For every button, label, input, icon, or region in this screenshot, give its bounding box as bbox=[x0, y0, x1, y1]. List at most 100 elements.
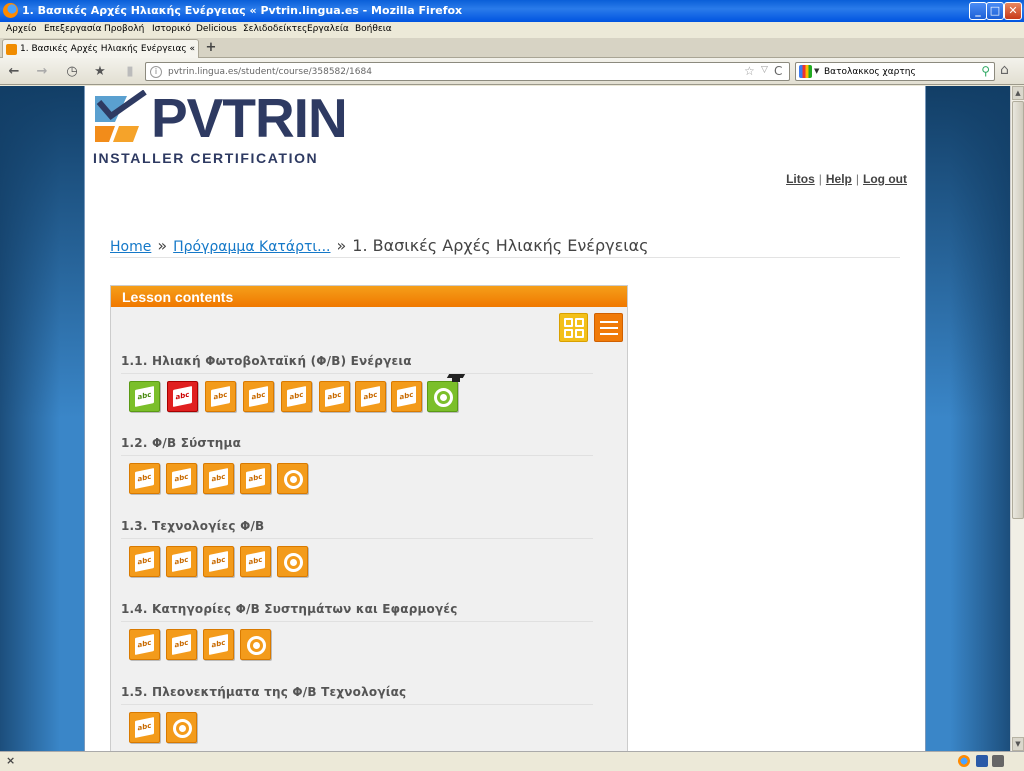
google-icon[interactable] bbox=[799, 65, 812, 78]
new-tab-button[interactable]: + bbox=[201, 40, 221, 57]
lesson-section: 1.3. Τεχνολογίες Φ/Β abc abc abc abc bbox=[121, 519, 593, 577]
book-icon: abc bbox=[325, 385, 344, 408]
lesson-item[interactable]: abc bbox=[205, 381, 236, 412]
search-engine-dropdown-icon[interactable]: ▼ bbox=[814, 67, 819, 75]
section-title: 1.4. Κατηγορίες Φ/Β Συστημάτων και Εφαρμ… bbox=[121, 602, 593, 622]
lesson-item[interactable]: abc bbox=[243, 381, 274, 412]
vertical-scrollbar[interactable]: ▲ ▼ bbox=[1010, 86, 1024, 751]
url-text[interactable]: pvtrin.lingua.es/student/course/358582/1… bbox=[168, 67, 372, 77]
addon-status-icon[interactable] bbox=[976, 755, 988, 767]
firefox-icon bbox=[3, 3, 18, 18]
menu-bookmarks[interactable]: Σελιδοδείκτες bbox=[243, 24, 307, 34]
menu-bar: Αρχείο Επεξεργασία Προβολή Ιστορικό Deli… bbox=[0, 22, 1024, 38]
site-logo[interactable]: PVTRIN INSTALLER CERTIFICATION bbox=[93, 88, 348, 166]
page-viewport: PVTRIN INSTALLER CERTIFICATION Litos | Hel… bbox=[0, 86, 1010, 751]
lesson-contents-panel: Lesson contents 1.1. Ηλιακή Φωτοβολταϊκή… bbox=[110, 285, 628, 751]
breadcrumb-program[interactable]: Πρόγραμμα Κατάρτι... bbox=[173, 239, 330, 255]
close-status-icon[interactable]: × bbox=[6, 754, 15, 767]
tab-current[interactable]: 1. Βασικές Αρχές Ηλιακής Ενέργειας « Pvt… bbox=[2, 39, 199, 58]
menu-view[interactable]: Προβολή bbox=[104, 24, 144, 34]
completed-lesson-item[interactable]: abc bbox=[129, 381, 160, 412]
lesson-item[interactable]: abc bbox=[166, 546, 197, 577]
menu-file[interactable]: Αρχείο bbox=[6, 24, 37, 34]
scroll-up-button[interactable]: ▲ bbox=[1012, 86, 1024, 100]
grid-view-icon[interactable] bbox=[559, 313, 588, 342]
passed-test-item[interactable] bbox=[427, 377, 460, 412]
target-icon bbox=[247, 636, 266, 655]
reload-icon[interactable]: C bbox=[774, 64, 782, 78]
user-link[interactable]: Litos bbox=[786, 172, 815, 186]
test-item[interactable] bbox=[277, 546, 308, 577]
breadcrumb-home[interactable]: Home bbox=[110, 239, 151, 255]
forward-arrow-icon[interactable]: → bbox=[32, 62, 52, 82]
lesson-item[interactable]: abc bbox=[203, 629, 234, 660]
book-icon: abc bbox=[173, 385, 192, 408]
book-icon: abc bbox=[135, 633, 154, 656]
book-icon: abc bbox=[397, 385, 416, 408]
book-icon: abc bbox=[135, 716, 154, 739]
book-icon: abc bbox=[361, 385, 380, 408]
menu-edit[interactable]: Επεξεργασία bbox=[44, 24, 102, 34]
help-link[interactable]: Help bbox=[826, 172, 852, 186]
back-arrow-icon[interactable]: ← bbox=[4, 62, 24, 82]
lesson-item[interactable]: abc bbox=[240, 463, 271, 494]
scroll-thumb[interactable] bbox=[1012, 101, 1024, 519]
menu-help[interactable]: Βοήθεια bbox=[355, 24, 392, 34]
lesson-item[interactable]: abc bbox=[203, 463, 234, 494]
window-title: 1. Βασικές Αρχές Ηλιακής Ενέργειας « Pvt… bbox=[22, 4, 463, 17]
lesson-item[interactable]: abc bbox=[355, 381, 386, 412]
scroll-down-button[interactable]: ▼ bbox=[1012, 737, 1024, 751]
resize-grip-icon bbox=[992, 755, 1004, 767]
lesson-item[interactable]: abc bbox=[391, 381, 422, 412]
lesson-item[interactable]: abc bbox=[319, 381, 350, 412]
target-icon bbox=[284, 470, 303, 489]
book-icon: abc bbox=[246, 550, 265, 573]
lesson-item[interactable]: abc bbox=[281, 381, 312, 412]
lesson-section: 1.2. Φ/Β Σύστημα abc abc abc abc bbox=[121, 436, 593, 494]
history-icon[interactable]: ◷ bbox=[62, 62, 82, 82]
lesson-item[interactable]: abc bbox=[166, 629, 197, 660]
url-dropdown-icon[interactable]: ▽ bbox=[761, 65, 768, 75]
menu-history[interactable]: Ιστορικό bbox=[152, 24, 191, 34]
book-icon: abc bbox=[211, 385, 230, 408]
star-bookmark-icon[interactable]: ☆ bbox=[744, 64, 755, 78]
list-view-icon[interactable] bbox=[594, 313, 623, 342]
lesson-item[interactable]: abc bbox=[129, 546, 160, 577]
book-icon: abc bbox=[249, 385, 268, 408]
failed-lesson-item[interactable]: abc bbox=[167, 381, 198, 412]
tab-bar: 1. Βασικές Αρχές Ηλιακής Ενέργειας « Pvt… bbox=[0, 38, 1024, 58]
url-bar[interactable]: i pvtrin.lingua.es/student/course/358582… bbox=[145, 62, 790, 81]
test-item[interactable] bbox=[277, 463, 308, 494]
search-icon[interactable]: ⚲ bbox=[981, 64, 990, 78]
lesson-item[interactable]: abc bbox=[129, 463, 160, 494]
lesson-item[interactable]: abc bbox=[240, 546, 271, 577]
panel-title: Lesson contents bbox=[111, 286, 627, 307]
test-item[interactable] bbox=[166, 712, 197, 743]
lesson-item[interactable]: abc bbox=[129, 629, 160, 660]
book-icon: abc bbox=[209, 550, 228, 573]
lesson-item[interactable]: abc bbox=[203, 546, 234, 577]
page-content: PVTRIN INSTALLER CERTIFICATION Litos | Hel… bbox=[84, 86, 926, 751]
search-bar[interactable]: ▼ Βατολακκος χαρτης ⚲ bbox=[795, 62, 995, 81]
lesson-item[interactable]: abc bbox=[129, 712, 160, 743]
book-icon: abc bbox=[246, 467, 265, 490]
site-identity-icon[interactable]: i bbox=[150, 66, 162, 78]
bookmark-icon[interactable]: ★ bbox=[90, 62, 110, 82]
menu-tools[interactable]: Εργαλεία bbox=[307, 24, 349, 34]
firefox-status-icon[interactable] bbox=[958, 755, 970, 767]
home-icon[interactable]: ⌂ bbox=[1000, 62, 1009, 78]
maximize-button[interactable]: □ bbox=[986, 2, 1004, 20]
close-window-button[interactable]: ✕ bbox=[1004, 2, 1022, 20]
minimize-button[interactable]: _ bbox=[969, 2, 987, 20]
book-icon: abc bbox=[209, 633, 228, 656]
book-icon: abc bbox=[172, 633, 191, 656]
lesson-item[interactable]: abc bbox=[166, 463, 197, 494]
menu-delicious[interactable]: Delicious bbox=[196, 24, 237, 34]
breadcrumb-separator: » bbox=[157, 236, 168, 255]
breadcrumb: Home » Πρόγραμμα Κατάρτι... » 1. Βασικές Αρχ… bbox=[110, 236, 900, 258]
search-input[interactable]: Βατολακκος χαρτης bbox=[824, 67, 916, 77]
logout-link[interactable]: Log out bbox=[863, 172, 907, 186]
target-icon bbox=[173, 719, 192, 738]
test-item[interactable] bbox=[240, 629, 271, 660]
section-title: 1.1. Ηλιακή Φωτοβολταϊκή (Φ/Β) Ενέργεια bbox=[121, 354, 593, 374]
